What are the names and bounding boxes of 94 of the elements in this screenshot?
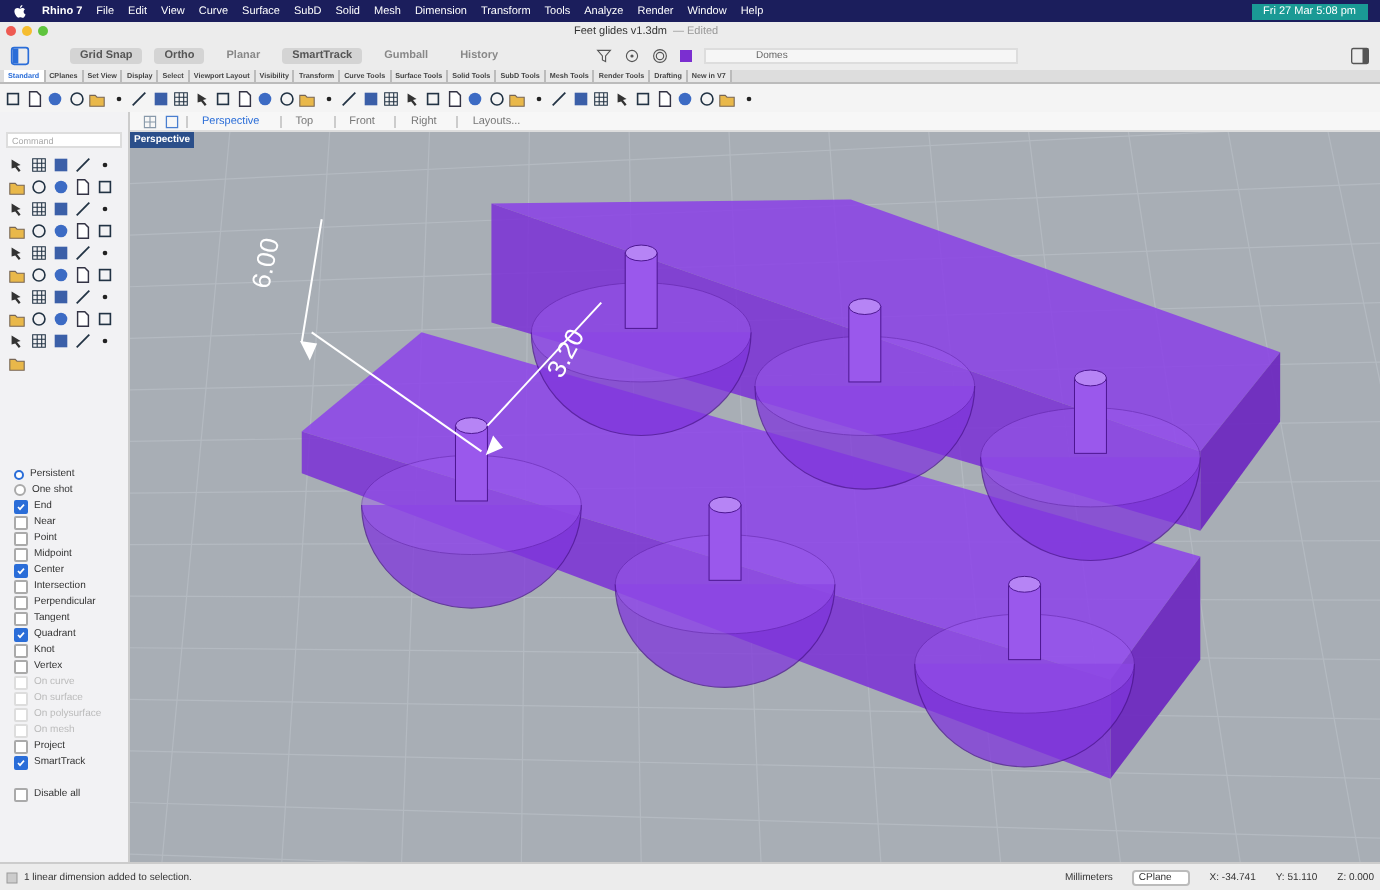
sphere-icon[interactable] xyxy=(52,222,70,240)
arrow-tool-icon[interactable] xyxy=(8,244,26,262)
page-icon[interactable] xyxy=(655,89,673,107)
checkbox[interactable] xyxy=(14,531,28,545)
circle-tool-icon[interactable] xyxy=(487,89,505,107)
checkbox[interactable] xyxy=(14,579,28,593)
folder-icon[interactable] xyxy=(508,89,526,107)
checkbox[interactable] xyxy=(14,755,28,769)
arrow-tool-icon[interactable] xyxy=(193,89,211,107)
dimension-label: 6.00 xyxy=(245,235,286,291)
arrow-tool-icon[interactable] xyxy=(613,89,631,107)
square-tool-icon[interactable] xyxy=(96,266,114,284)
square-tool-icon[interactable] xyxy=(634,89,652,107)
grid-tool-icon[interactable] xyxy=(30,288,48,306)
circle-tool-icon[interactable] xyxy=(697,89,715,107)
grid-tool-icon[interactable] xyxy=(382,89,400,107)
radio-button[interactable] xyxy=(14,484,26,496)
checkbox[interactable] xyxy=(14,611,28,625)
close-button[interactable] xyxy=(6,26,16,36)
sphere-icon[interactable] xyxy=(52,178,70,196)
circle-dot-icon[interactable] xyxy=(624,47,640,63)
folder-icon[interactable] xyxy=(8,178,26,196)
panel-toggle-icon[interactable] xyxy=(1350,45,1370,65)
grid-layout-icon[interactable] xyxy=(142,113,158,129)
grid-tool-icon[interactable] xyxy=(30,200,48,218)
checkbox[interactable] xyxy=(14,643,28,657)
line-tool-icon[interactable] xyxy=(74,332,92,350)
checkbox[interactable] xyxy=(14,515,28,529)
square-tool-icon[interactable] xyxy=(96,178,114,196)
folder-icon[interactable] xyxy=(8,222,26,240)
circle-tool-icon[interactable] xyxy=(30,266,48,284)
circle-tool-icon[interactable] xyxy=(277,89,295,107)
line-tool-icon[interactable] xyxy=(340,89,358,107)
target-icon[interactable] xyxy=(652,47,668,63)
folder-icon[interactable] xyxy=(298,89,316,107)
grid-tool-icon[interactable] xyxy=(30,332,48,350)
line-tool-icon[interactable] xyxy=(74,200,92,218)
circle-tool-icon[interactable] xyxy=(67,89,85,107)
page-icon[interactable] xyxy=(445,89,463,107)
square-tool-icon[interactable] xyxy=(214,89,232,107)
arrow-tool-icon[interactable] xyxy=(8,288,26,306)
sidebar-toggle-icon[interactable] xyxy=(10,45,30,65)
square-tool-icon[interactable] xyxy=(96,310,114,328)
sphere-icon[interactable] xyxy=(256,89,274,107)
checkbox[interactable] xyxy=(14,659,28,673)
grid-tool-icon[interactable] xyxy=(30,156,48,174)
filter-icon[interactable] xyxy=(596,47,612,63)
sphere-icon[interactable] xyxy=(46,89,64,107)
circle-tool-icon[interactable] xyxy=(30,178,48,196)
page-icon[interactable] xyxy=(74,310,92,328)
dimension-label: 3.20 xyxy=(540,323,591,383)
checkbox[interactable] xyxy=(14,563,28,577)
arrow-tool-icon[interactable] xyxy=(8,332,26,350)
folder-icon[interactable] xyxy=(718,89,736,107)
grid-tool-icon[interactable] xyxy=(172,89,190,107)
checkbox[interactable] xyxy=(14,627,28,641)
grid-tool-icon[interactable] xyxy=(30,244,48,262)
circle-tool-icon[interactable] xyxy=(30,222,48,240)
sphere-icon[interactable] xyxy=(52,310,70,328)
page-icon[interactable] xyxy=(74,178,92,196)
line-tool-icon[interactable] xyxy=(550,89,568,107)
checkbox[interactable] xyxy=(14,787,28,801)
square-tool-icon[interactable] xyxy=(4,89,22,107)
single-view-icon[interactable] xyxy=(164,113,180,129)
page-icon[interactable] xyxy=(74,222,92,240)
line-tool-icon[interactable] xyxy=(74,288,92,306)
arrow-tool-icon[interactable] xyxy=(8,200,26,218)
layer-color-swatch[interactable] xyxy=(680,49,692,61)
folder-icon[interactable] xyxy=(8,266,26,284)
checkbox[interactable] xyxy=(14,499,28,513)
apple-logo-icon[interactable] xyxy=(12,3,28,19)
checkbox[interactable] xyxy=(14,739,28,753)
arrow-tool-icon[interactable] xyxy=(403,89,421,107)
circle-tool-icon[interactable] xyxy=(30,310,48,328)
page-icon[interactable] xyxy=(74,266,92,284)
status-indicator-icon xyxy=(6,871,18,883)
square-tool-icon[interactable] xyxy=(424,89,442,107)
checkbox[interactable] xyxy=(14,547,28,561)
radio-button[interactable] xyxy=(14,469,24,479)
checkbox[interactable] xyxy=(14,595,28,609)
arrow-tool-icon[interactable] xyxy=(8,156,26,174)
line-tool-icon[interactable] xyxy=(74,244,92,262)
line-tool-icon[interactable] xyxy=(74,156,92,174)
grid-tool-icon[interactable] xyxy=(592,89,610,107)
sphere-icon[interactable] xyxy=(676,89,694,107)
page-icon[interactable] xyxy=(235,89,253,107)
sphere-icon[interactable] xyxy=(466,89,484,107)
folder-icon[interactable] xyxy=(8,310,26,328)
folder-icon[interactable] xyxy=(8,354,26,372)
square-tool-icon[interactable] xyxy=(96,222,114,240)
folder-icon[interactable] xyxy=(88,89,106,107)
line-tool-icon[interactable] xyxy=(130,89,148,107)
sphere-icon[interactable] xyxy=(52,266,70,284)
page-icon[interactable] xyxy=(25,89,43,107)
